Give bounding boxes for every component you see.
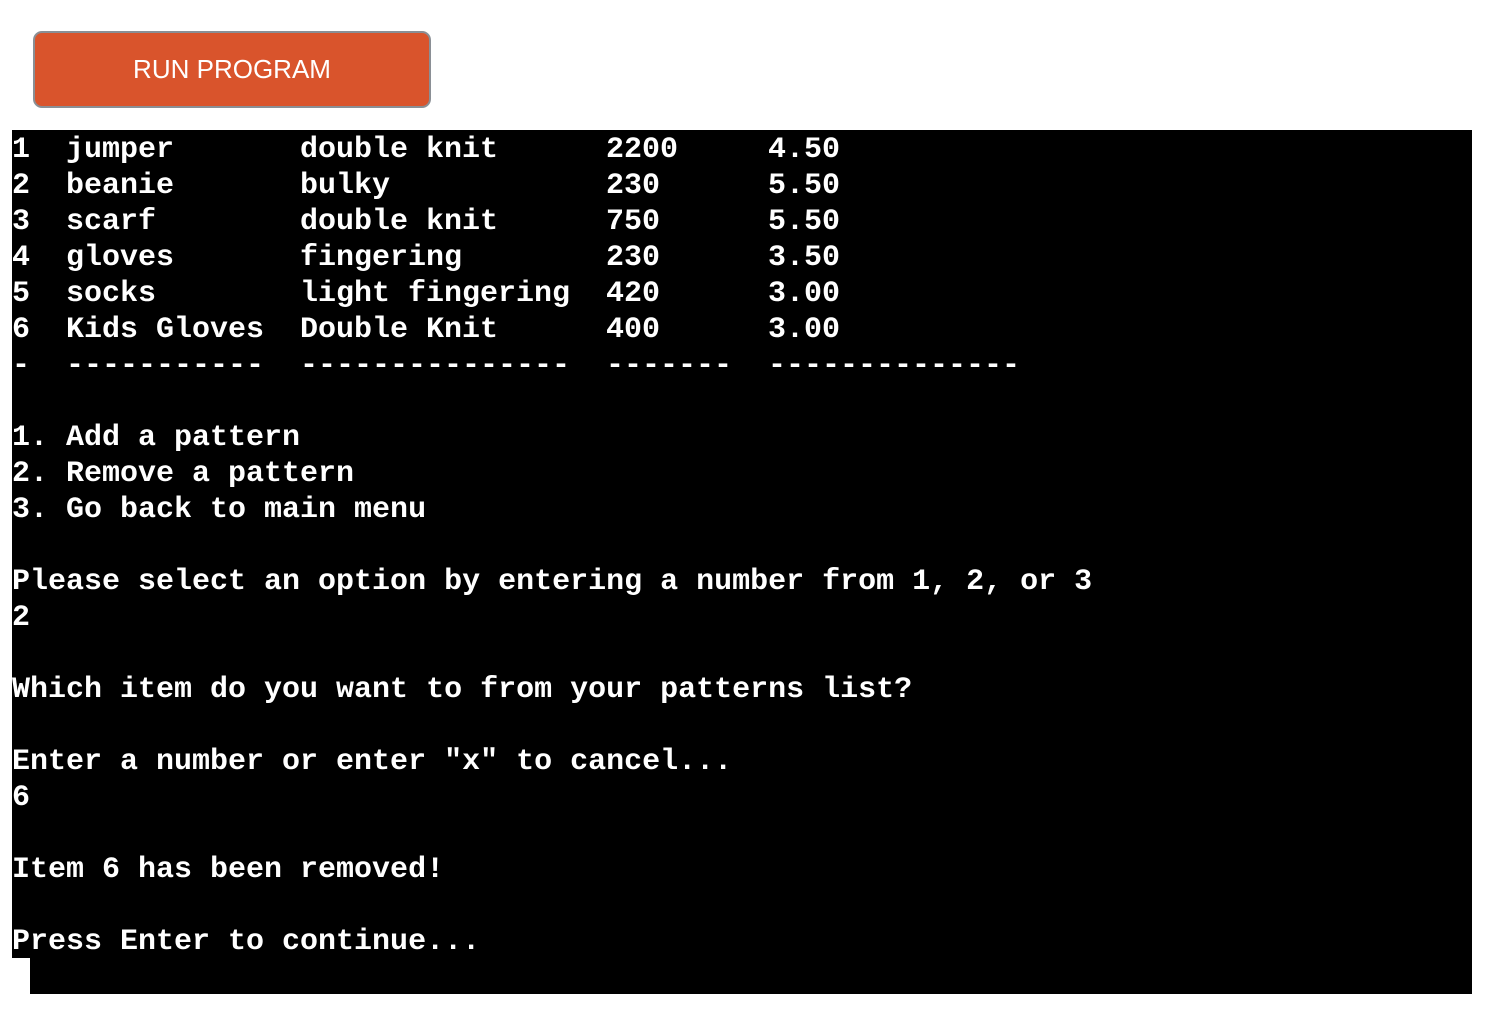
row-weight: double knit	[300, 205, 499, 239]
continue-prompt: Press Enter to continue...	[12, 925, 481, 959]
row-price: 4.50	[768, 133, 841, 167]
row-name: gloves	[66, 241, 175, 275]
row-weight: light fingering	[300, 277, 571, 311]
enter-number-prompt: Enter a number or enter "x" to cancel...	[12, 745, 733, 779]
table-row: 1 jumper double knit 2200 4.50	[12, 132, 840, 168]
separator-number: -	[12, 349, 31, 383]
which-item-prompt: Which item do you want to from your patt…	[12, 673, 913, 707]
row-yards: 420	[606, 277, 661, 311]
table-row: 5 socks light fingering 420 3.00	[12, 276, 840, 312]
row-number: 2	[12, 169, 31, 203]
menu-option-back: 3. Go back to main menu	[12, 493, 427, 527]
row-weight: Double Knit	[300, 313, 499, 347]
separator-yards: -------	[606, 349, 733, 383]
row-price: 5.50	[768, 169, 841, 203]
separator-name: -----------	[66, 349, 265, 383]
row-number: 3	[12, 205, 31, 239]
row-number: 1	[12, 133, 31, 167]
row-yards: 750	[606, 205, 661, 239]
row-number: 4	[12, 241, 31, 275]
row-yards: 230	[606, 169, 661, 203]
row-price: 5.50	[768, 205, 841, 239]
separator-price: --------------	[768, 349, 1021, 383]
row-name: socks	[66, 277, 157, 311]
run-program-button[interactable]: RUN PROGRAM	[33, 31, 431, 108]
terminal-cursor-gap	[12, 958, 30, 998]
row-yards: 2200	[606, 133, 679, 167]
select-prompt: Please select an option by entering a nu…	[12, 565, 1093, 599]
table-row: 2 beanie bulky 230 5.50	[12, 168, 840, 204]
row-price: 3.50	[768, 241, 841, 275]
row-number: 6	[12, 313, 31, 347]
table-row: 4 gloves fingering 230 3.50	[12, 240, 840, 276]
table-row: 3 scarf double knit 750 5.50	[12, 204, 840, 240]
terminal-output[interactable]: 1 jumper double knit 2200 4.50 2 beanie …	[12, 130, 1472, 994]
row-weight: bulky	[300, 169, 391, 203]
table-row: 6 Kids Gloves Double Knit 400 3.00	[12, 312, 840, 348]
row-name: Kids Gloves	[66, 313, 265, 347]
removed-message: Item 6 has been removed!	[12, 853, 445, 887]
row-yards: 400	[606, 313, 661, 347]
table-separator: - ----------- --------------- ------- --…	[12, 348, 1020, 384]
row-name: scarf	[66, 205, 157, 239]
item-input-echo: 6	[12, 781, 31, 815]
row-price: 3.00	[768, 313, 841, 347]
row-price: 3.00	[768, 277, 841, 311]
row-name: beanie	[66, 169, 175, 203]
menu-option-add: 1. Add a pattern	[12, 421, 301, 455]
separator-weight: ---------------	[300, 349, 571, 383]
menu-option-remove: 2. Remove a pattern	[12, 457, 355, 491]
row-number: 5	[12, 277, 31, 311]
row-name: jumper	[66, 133, 175, 167]
row-weight: double knit	[300, 133, 499, 167]
select-input-echo: 2	[12, 601, 31, 635]
row-yards: 230	[606, 241, 661, 275]
row-weight: fingering	[300, 241, 463, 275]
